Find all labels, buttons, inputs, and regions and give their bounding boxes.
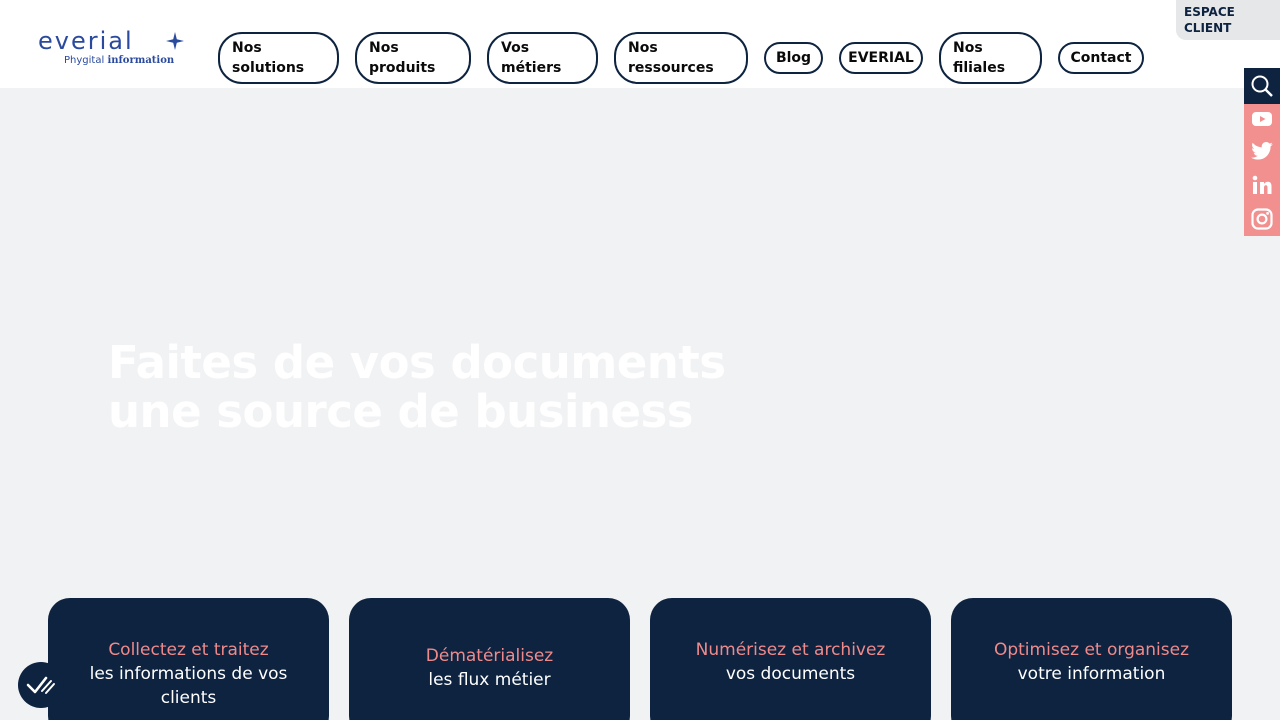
nav-label-line2: ressources <box>628 60 714 76</box>
card-highlight: Optimisez et organisez <box>993 640 1190 660</box>
nav-label-line1: Nos <box>628 40 658 56</box>
logo-tagline: Phygital information <box>64 55 174 66</box>
youtube-link[interactable] <box>1244 104 1280 134</box>
card-collectez[interactable]: Collectez et traitez les informations de… <box>48 598 329 720</box>
hero-title-line2: une source de business <box>108 385 694 438</box>
star-icon <box>166 32 184 50</box>
twitter-link[interactable] <box>1244 134 1280 168</box>
nav-label-line2: solutions <box>232 60 305 76</box>
social-sidebar <box>1244 68 1280 236</box>
tagline-bold: information <box>107 55 175 66</box>
card-text-line2: clients <box>160 688 217 708</box>
nav-nos-ressources[interactable]: Nos ressources <box>614 32 748 84</box>
nav-label: Blog <box>775 50 812 66</box>
youtube-icon <box>1252 112 1272 126</box>
card-text-line1: votre information <box>1017 664 1166 684</box>
card-text-line1: les flux métier <box>428 670 551 690</box>
instagram-link[interactable] <box>1244 202 1280 236</box>
card-highlight: Dématérialisez <box>425 646 554 666</box>
instagram-icon <box>1251 208 1273 230</box>
nav-contact[interactable]: Contact <box>1058 42 1144 74</box>
checkmark-icon <box>26 676 55 694</box>
nav-vos-metiers[interactable]: Vos métiers <box>487 32 598 84</box>
hero-title: Faites de vos documents une source de bu… <box>108 338 808 436</box>
card-optimisez[interactable]: Optimisez et organisez votre information <box>951 598 1232 720</box>
everial-logo[interactable]: everial Phygital information <box>38 28 188 70</box>
nav-label-line1: Vos <box>501 40 530 56</box>
cookie-consent-button[interactable] <box>18 662 64 708</box>
tagline-plain: Phygital <box>64 55 105 66</box>
search-icon <box>1251 75 1273 97</box>
card-numerisez[interactable]: Numérisez et archivez vos documents <box>650 598 931 720</box>
nav-label: EVERIAL <box>848 50 914 66</box>
nav-blog[interactable]: Blog <box>764 42 823 74</box>
nav-nos-produits[interactable]: Nos produits <box>355 32 471 84</box>
nav-label-line2: produits <box>369 60 436 76</box>
espace-label-line2: CLIENT <box>1184 21 1232 35</box>
search-button[interactable] <box>1244 68 1280 104</box>
card-dematerialisez[interactable]: Dématérialisez les flux métier <box>349 598 630 720</box>
nav-label-line1: Nos <box>232 40 262 56</box>
nav-label-line1: Nos <box>953 40 983 56</box>
card-highlight: Collectez et traitez <box>108 640 269 660</box>
nav-nos-filiales[interactable]: Nos filiales <box>939 32 1042 84</box>
nav-label-line2: métiers <box>501 60 562 76</box>
linkedin-link[interactable] <box>1244 168 1280 202</box>
espace-label-line1: ESPACE <box>1184 5 1235 19</box>
nav-label-line2: filiales <box>953 60 1006 76</box>
espace-client-button[interactable]: ESPACE CLIENT <box>1176 0 1280 40</box>
card-text-line1: vos documents <box>725 664 856 684</box>
card-highlight: Numérisez et archivez <box>695 640 886 660</box>
twitter-icon <box>1251 142 1273 160</box>
nav-label-line1: Nos <box>369 40 399 56</box>
linkedin-icon <box>1252 175 1272 194</box>
nav-everial[interactable]: EVERIAL <box>839 42 923 74</box>
hero-title-line1: Faites de vos documents <box>108 336 726 389</box>
nav-nos-solutions[interactable]: Nos solutions <box>218 32 339 84</box>
site-header: everial Phygital information Nos solutio… <box>0 0 1280 88</box>
card-text-line1: les informations de vos <box>89 664 288 684</box>
nav-label: Contact <box>1070 50 1132 66</box>
